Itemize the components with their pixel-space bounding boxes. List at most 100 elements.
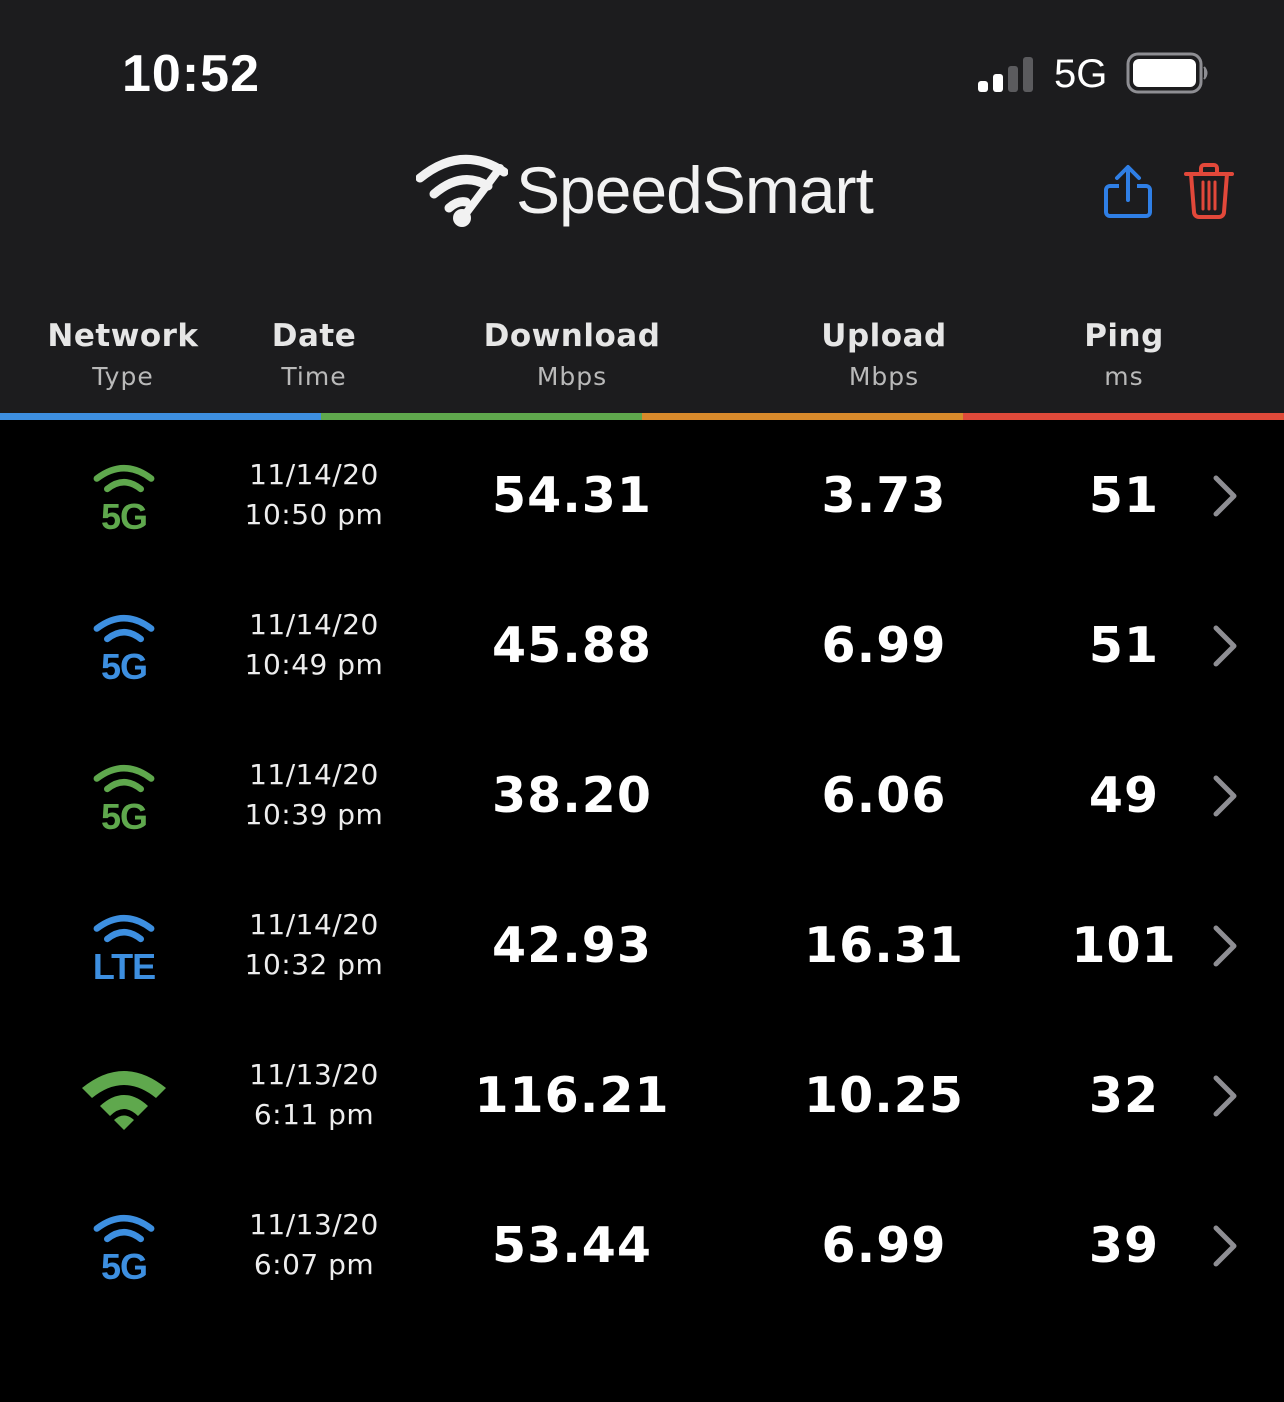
download-value: 45.88 <box>492 616 652 674</box>
result-time: 10:39 pm <box>244 798 384 831</box>
share-button[interactable] <box>1102 164 1154 224</box>
result-row[interactable]: 5G 11/13/20 6:07 pm 53.44 6.99 39 <box>0 1170 1284 1320</box>
result-row[interactable]: 11/13/20 6:11 pm 116.21 10.25 32 <box>0 1020 1284 1170</box>
column-subtitle: Type <box>92 362 154 391</box>
chevron-right-icon <box>1210 624 1240 672</box>
wifi-5g-icon: 5G <box>72 758 176 838</box>
date-time-cell: 11/14/20 10:32 pm <box>234 870 394 1020</box>
ping-cell: 51 <box>1044 420 1204 570</box>
chevron-right-icon <box>1210 774 1240 822</box>
column-header-download: Download Mbps <box>472 318 672 391</box>
speedometer-wifi-icon <box>416 155 508 227</box>
column-subtitle: Mbps <box>536 362 608 391</box>
column-title: Upload <box>821 318 947 354</box>
result-row[interactable]: LTE 11/14/20 10:32 pm 42.93 16.31 101 <box>0 870 1284 1020</box>
upload-cell: 6.99 <box>774 1170 994 1320</box>
wifi-5g-icon: 5G <box>72 458 176 538</box>
chevron-right-icon <box>1210 1074 1240 1122</box>
result-time: 10:49 pm <box>244 648 384 681</box>
network-label: 5G <box>100 646 148 687</box>
ping-cell: 32 <box>1044 1020 1204 1170</box>
ping-cell: 39 <box>1044 1170 1204 1320</box>
download-cell: 38.20 <box>442 720 702 870</box>
upload-cell: 6.06 <box>774 720 994 870</box>
stripe-date <box>321 413 642 420</box>
upload-cell: 6.99 <box>774 570 994 720</box>
top-bar: 10:52 5G SpeedSmart Network Type Date Ti… <box>0 0 1284 414</box>
result-time: 6:11 pm <box>253 1098 375 1131</box>
battery-icon <box>1126 52 1210 98</box>
app-title: SpeedSmart <box>516 153 874 227</box>
column-title: Ping <box>1084 318 1164 354</box>
chevron-right-icon <box>1210 924 1240 972</box>
date-time-cell: 11/13/20 6:07 pm <box>234 1170 394 1320</box>
result-date: 11/14/20 <box>249 608 379 641</box>
delete-button[interactable] <box>1184 162 1234 224</box>
download-cell: 54.31 <box>442 420 702 570</box>
upload-value: 6.06 <box>821 766 947 824</box>
column-title: Network <box>47 318 199 354</box>
stripe-transfer <box>642 413 963 420</box>
upload-cell: 3.73 <box>774 420 994 570</box>
download-value: 38.20 <box>492 766 652 824</box>
share-icon <box>1104 165 1152 218</box>
date-time-cell: 11/14/20 10:39 pm <box>234 720 394 870</box>
download-value: 54.31 <box>492 466 652 524</box>
date-time-cell: 11/14/20 10:49 pm <box>234 570 394 720</box>
status-network: 5G <box>1054 52 1108 96</box>
cellular-signal-icon <box>978 55 1038 97</box>
date-time-cell: 11/14/20 10:50 pm <box>234 420 394 570</box>
wifi-5g-icon: 5G <box>72 608 176 688</box>
network-label: 5G <box>100 496 148 537</box>
stripe-ping <box>963 413 1284 420</box>
stripe-network <box>0 413 321 420</box>
upload-value: 10.25 <box>804 1066 964 1124</box>
column-header-date: Date Time <box>234 318 394 391</box>
ping-cell: 101 <box>1044 870 1204 1020</box>
result-time: 10:50 pm <box>244 498 384 531</box>
download-cell: 42.93 <box>442 870 702 1020</box>
ping-value: 101 <box>1071 916 1177 974</box>
result-date: 11/13/20 <box>249 1058 379 1091</box>
upload-value: 3.73 <box>821 466 947 524</box>
ping-value: 49 <box>1088 766 1160 824</box>
ping-value: 39 <box>1088 1216 1160 1274</box>
column-title: Date <box>271 318 357 354</box>
result-date: 11/14/20 <box>249 458 379 491</box>
result-date: 11/13/20 <box>249 1208 379 1241</box>
network-label: LTE <box>92 946 156 987</box>
wifi-5g-icon: 5G <box>72 1208 176 1288</box>
result-date: 11/14/20 <box>249 758 379 791</box>
lte-icon: LTE <box>72 908 176 988</box>
ping-value: 51 <box>1088 616 1160 674</box>
download-cell: 45.88 <box>442 570 702 720</box>
trash-icon <box>1184 163 1234 219</box>
result-row[interactable]: 5G 11/14/20 10:50 pm 54.31 3.73 51 <box>0 420 1284 570</box>
result-row[interactable]: 5G 11/14/20 10:49 pm 45.88 6.99 51 <box>0 570 1284 720</box>
download-value: 116.21 <box>474 1066 670 1124</box>
column-header-network: Network Type <box>38 318 208 391</box>
ping-value: 32 <box>1088 1066 1160 1124</box>
download-value: 53.44 <box>492 1216 652 1274</box>
result-row[interactable]: 5G 11/14/20 10:39 pm 38.20 6.06 49 <box>0 720 1284 870</box>
upload-value: 6.99 <box>821 616 947 674</box>
result-time: 10:32 pm <box>244 948 384 981</box>
column-subtitle: ms <box>1104 362 1144 391</box>
app-logo: SpeedSmart <box>416 150 874 230</box>
ping-value: 51 <box>1088 466 1160 524</box>
column-header-ping: Ping ms <box>1054 318 1194 391</box>
network-label: 5G <box>100 1246 148 1287</box>
upload-value: 6.99 <box>821 1216 947 1274</box>
result-time: 6:07 pm <box>253 1248 375 1281</box>
ping-cell: 49 <box>1044 720 1204 870</box>
result-date: 11/14/20 <box>249 908 379 941</box>
column-header-upload: Upload Mbps <box>794 318 974 391</box>
download-cell: 116.21 <box>442 1020 702 1170</box>
ping-cell: 51 <box>1044 570 1204 720</box>
network-label: 5G <box>100 796 148 837</box>
column-title: Download <box>483 318 661 354</box>
status-time: 10:52 <box>122 45 260 103</box>
upload-value: 16.31 <box>804 916 964 974</box>
column-subtitle: Time <box>281 362 347 391</box>
chevron-right-icon <box>1210 1224 1240 1272</box>
